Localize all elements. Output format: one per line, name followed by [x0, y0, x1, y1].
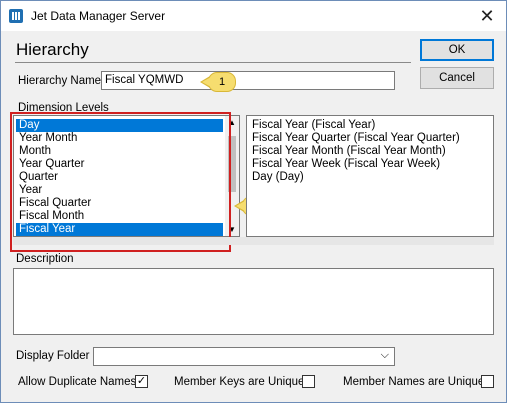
horizontal-scrollbar[interactable] [13, 237, 494, 245]
page-title: Hierarchy [16, 40, 89, 59]
dialog-window: Jet Data Manager Server ✕ Hierarchy OK C… [0, 0, 507, 403]
heading-divider [15, 62, 411, 63]
hierarchy-name-value: Fiscal YQMWD [105, 74, 184, 86]
close-icon[interactable]: ✕ [476, 5, 498, 27]
chevron-down-icon[interactable]: ⌵ [381, 349, 389, 362]
hierarchy-name-input[interactable]: Fiscal YQMWD [101, 71, 395, 90]
member-names-unique-label: Member Names are Unique [343, 376, 485, 388]
member-keys-unique-label: Member Keys are Unique [174, 376, 305, 388]
allow-duplicate-names-label: Allow Duplicate Names [18, 376, 137, 388]
allow-duplicate-names-checkbox[interactable]: ✓ [135, 375, 148, 388]
highlight-frame [10, 112, 231, 252]
list-item[interactable]: Day (Day) [249, 171, 460, 184]
display-folder-select[interactable]: ⌵ [93, 347, 395, 366]
window-title: Jet Data Manager Server [31, 9, 166, 23]
list-item[interactable]: Fiscal Year (Fiscal Year) [249, 119, 460, 132]
member-keys-unique-checkbox[interactable] [302, 375, 315, 388]
checkmark-icon: ✓ [136, 375, 147, 387]
callout-1: 1 [200, 72, 236, 92]
description-label: Description [16, 253, 74, 265]
app-icon [9, 9, 23, 23]
hierarchy-levels-list[interactable]: Fiscal Year (Fiscal Year) Fiscal Year Qua… [246, 115, 494, 237]
cancel-button[interactable]: Cancel [420, 67, 494, 89]
display-folder-label: Display Folder [16, 350, 90, 362]
hierarchy-levels-items: Fiscal Year (Fiscal Year) Fiscal Year Qua… [249, 119, 460, 184]
title-bar: Jet Data Manager Server ✕ [1, 1, 506, 31]
list-item[interactable]: Fiscal Year Week (Fiscal Year Week) [249, 158, 460, 171]
ok-button[interactable]: OK [420, 39, 494, 61]
hierarchy-name-label: Hierarchy Name [18, 75, 102, 87]
list-item[interactable]: Fiscal Year Quarter (Fiscal Year Quarter… [249, 132, 460, 145]
member-names-unique-checkbox[interactable] [481, 375, 494, 388]
description-textarea[interactable] [13, 268, 494, 335]
list-item[interactable]: Fiscal Year Month (Fiscal Year Month) [249, 145, 460, 158]
